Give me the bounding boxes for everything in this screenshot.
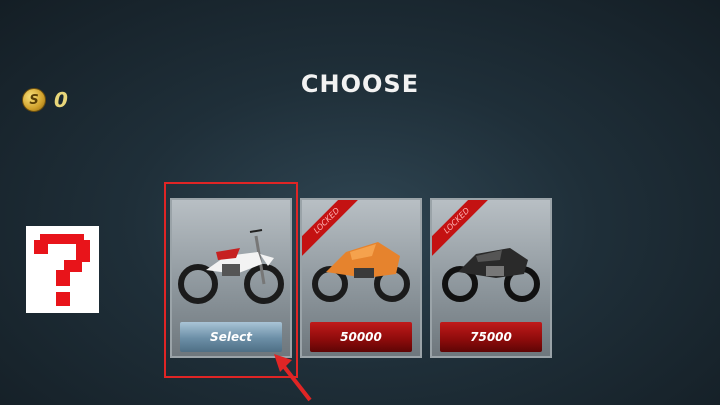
question-mark-icon xyxy=(34,234,90,306)
bike-card-3[interactable]: LOCKED 75000 xyxy=(430,198,552,358)
unlock-price-button[interactable]: 75000 xyxy=(440,322,542,352)
mystery-bike-tile[interactable] xyxy=(26,226,99,313)
black-streetbike-image xyxy=(442,248,540,302)
unlock-price-button[interactable]: 50000 xyxy=(310,322,412,352)
page-title: CHOOSE xyxy=(300,70,420,98)
orange-sportbike-image xyxy=(312,242,410,302)
bike-card-2[interactable]: LOCKED 50000 xyxy=(300,198,422,358)
pointer-arrow-icon xyxy=(274,354,312,402)
selection-highlight-frame xyxy=(164,182,298,378)
